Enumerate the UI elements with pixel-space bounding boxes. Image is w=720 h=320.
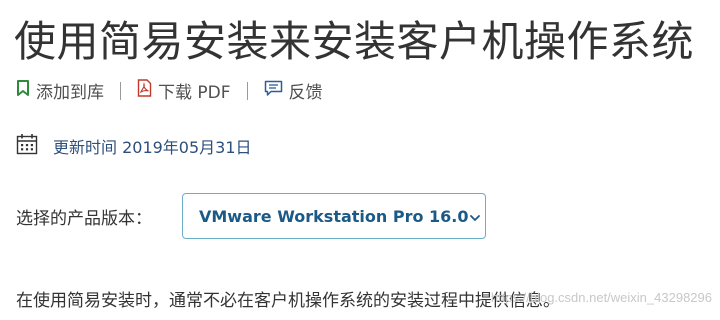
last-updated: 更新时间 2019年05月31日 [16, 133, 252, 159]
pdf-icon [137, 79, 152, 102]
action-divider [246, 81, 248, 100]
download-pdf-link[interactable]: 下载 PDF [137, 78, 231, 103]
intro-paragraph: 在使用简易安装时，通常不必在客户机操作系统的安装过程中提供信息。 [16, 291, 560, 311]
product-version-label: 选择的产品版本： [16, 208, 152, 229]
page-title: 使用简易安装来安装客户机操作系统 [14, 17, 695, 66]
download-pdf-label: 下载 PDF [158, 83, 231, 103]
add-to-library-label: 添加到库 [36, 83, 104, 103]
product-version-row: 选择的产品版本： VMware Workstation Pro 16.0 [16, 193, 486, 239]
last-updated-text: 更新时间 2019年05月31日 [53, 138, 252, 157]
chevron-down-icon [469, 207, 481, 226]
product-version-value: VMware Workstation Pro 16.0 [199, 206, 469, 226]
product-version-select[interactable]: VMware Workstation Pro 16.0 [182, 193, 486, 239]
feedback-label: 反馈 [288, 83, 323, 103]
bookmark-icon [16, 80, 30, 101]
action-bar: 添加到库 下载 PDF 反馈 [16, 78, 323, 103]
feedback-link[interactable]: 反馈 [264, 78, 323, 103]
calendar-icon [16, 133, 38, 159]
feedback-icon [264, 80, 283, 102]
add-to-library-link[interactable]: 添加到库 [16, 78, 104, 103]
watermark: https://blog.csdn.net/weixin_43298296 [490, 290, 712, 305]
action-divider [120, 81, 121, 100]
